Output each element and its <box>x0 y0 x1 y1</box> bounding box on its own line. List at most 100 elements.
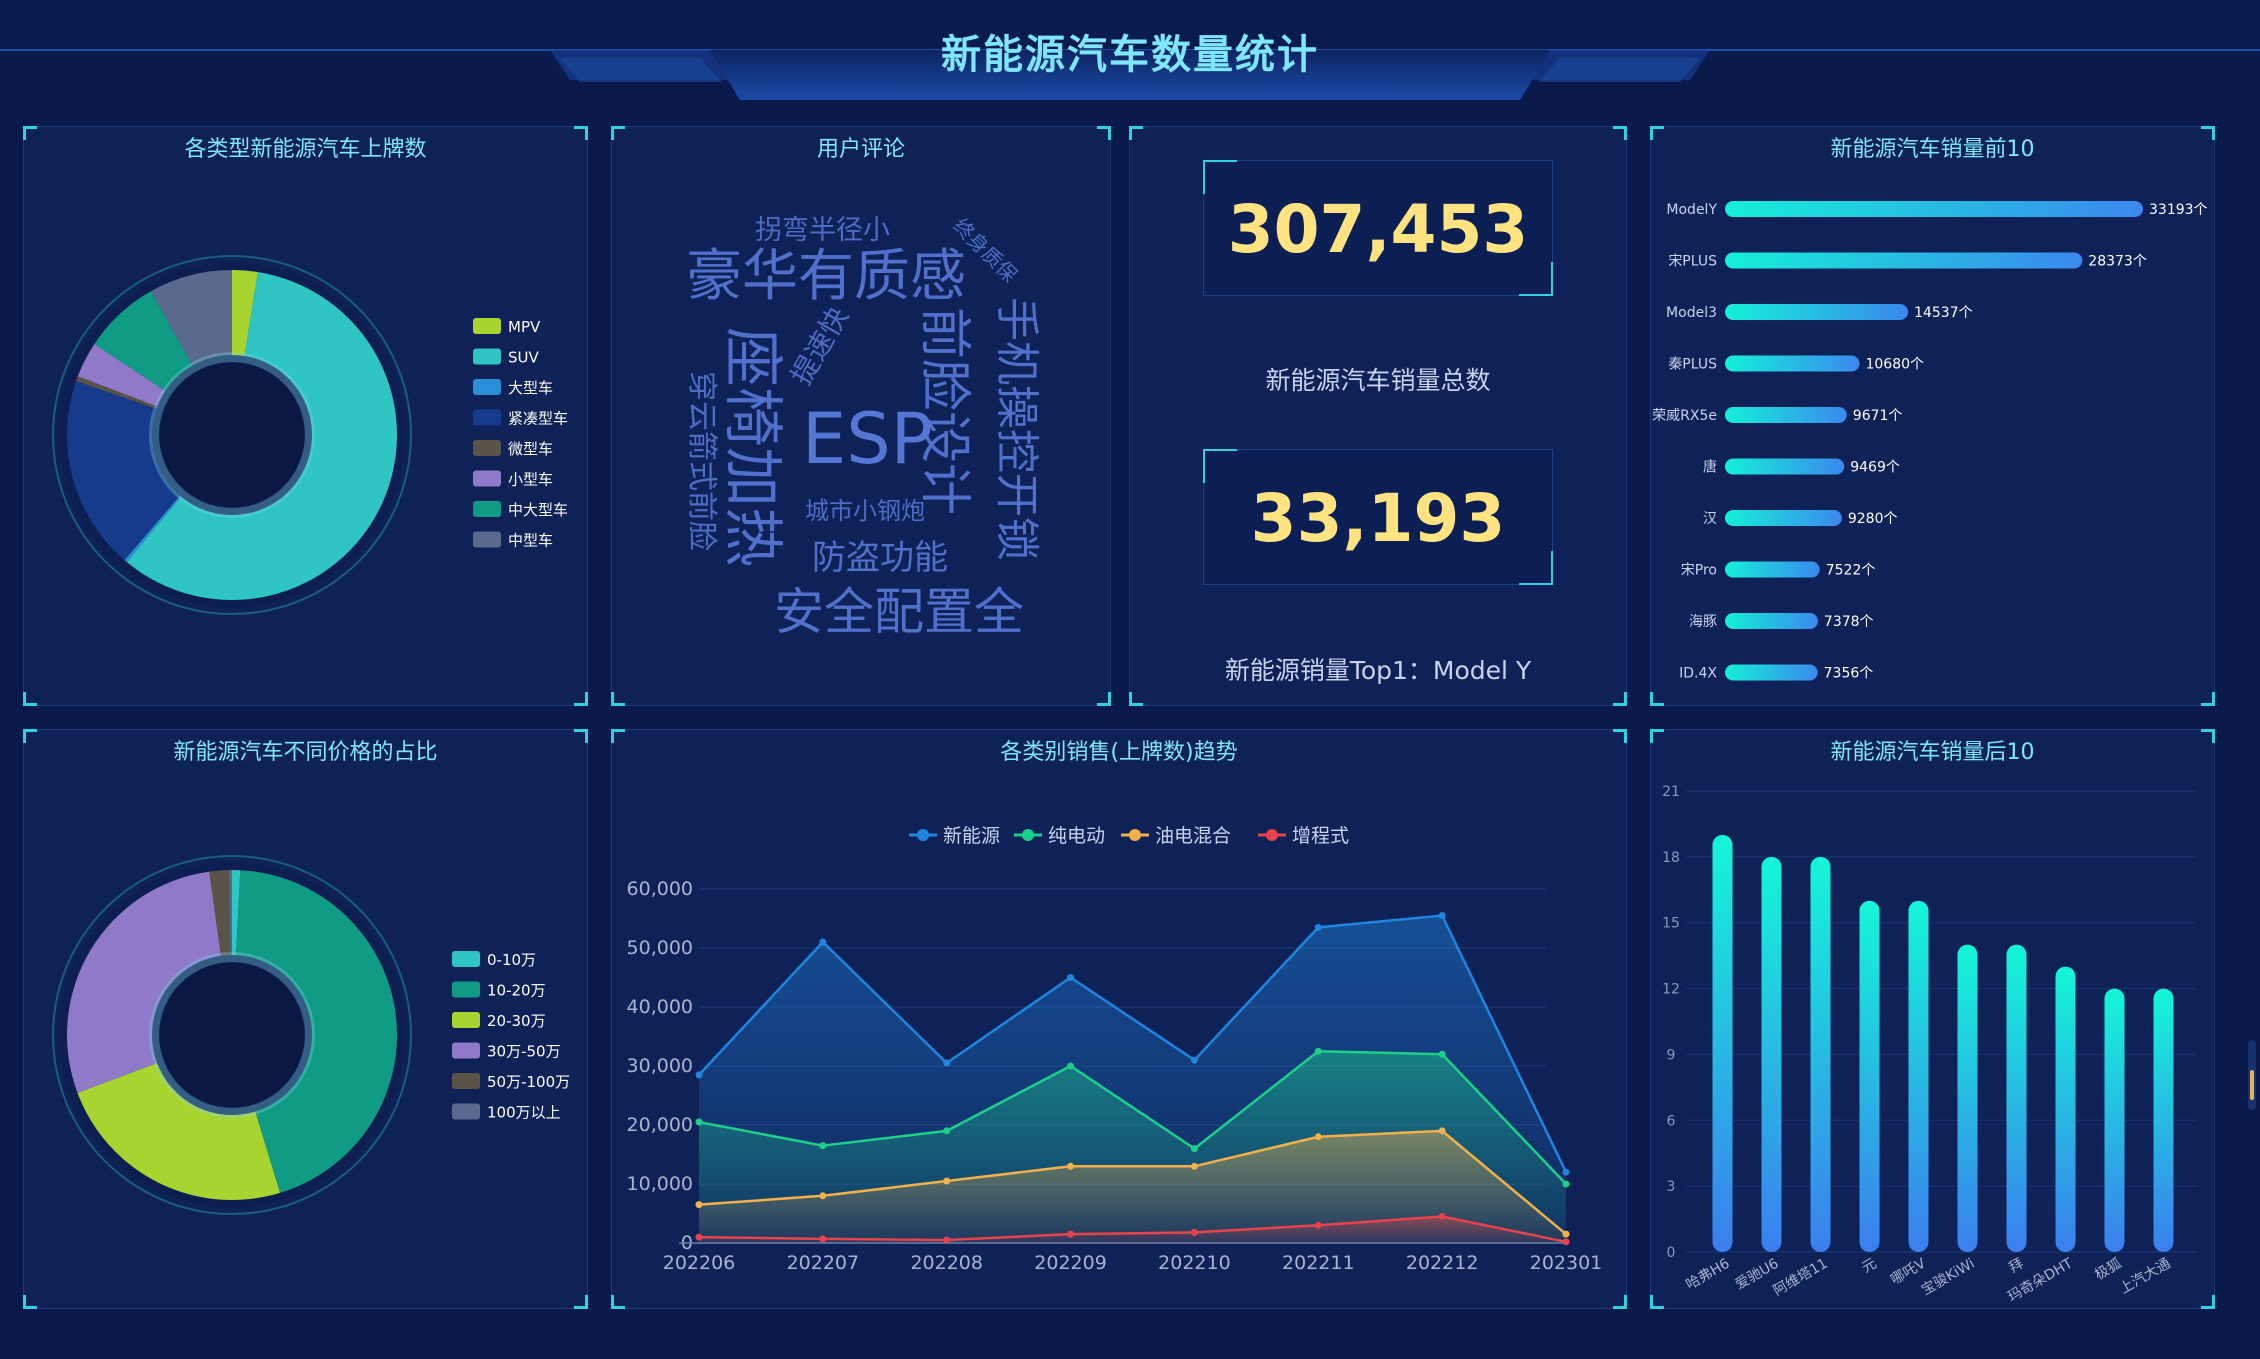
legend-label[interactable]: 大型车 <box>508 379 553 397</box>
legend-marker[interactable] <box>1266 829 1278 841</box>
x-tick-label: 202206 <box>663 1252 736 1274</box>
data-point[interactable] <box>1438 1127 1446 1135</box>
x-tick-label: 极狐 <box>2092 1256 2124 1284</box>
legend-swatch[interactable] <box>452 1103 480 1120</box>
legend-swatch[interactable] <box>452 1012 480 1028</box>
bar[interactable] <box>1725 201 2143 217</box>
legend-label[interactable]: 油电混合 <box>1155 825 1231 847</box>
data-point[interactable] <box>1438 912 1446 920</box>
legend-swatch[interactable] <box>473 348 501 365</box>
bar[interactable] <box>1725 664 1818 681</box>
legend-swatch[interactable] <box>473 501 501 517</box>
word: 城市小钢炮 <box>805 497 925 525</box>
legend-swatch[interactable] <box>473 409 501 426</box>
scroll-thumb[interactable] <box>2250 1070 2254 1100</box>
bar[interactable] <box>1908 900 1929 1252</box>
legend-swatch[interactable] <box>452 1073 480 1089</box>
data-point[interactable] <box>1562 1168 1570 1176</box>
legend-label[interactable]: 100万以上 <box>487 1104 561 1122</box>
bar[interactable] <box>1810 856 1831 1252</box>
legend-label[interactable]: 紧凑型车 <box>508 410 568 428</box>
data-point[interactable] <box>1314 1221 1322 1229</box>
bar[interactable] <box>1957 944 1978 1252</box>
data-point[interactable] <box>1067 1062 1075 1070</box>
legend-label[interactable]: 50万-100万 <box>487 1073 570 1091</box>
legend-label[interactable]: SUV <box>508 349 540 367</box>
data-point[interactable] <box>695 1118 703 1126</box>
data-point[interactable] <box>695 1201 703 1209</box>
data-point[interactable] <box>1190 1228 1198 1236</box>
legend-swatch[interactable] <box>452 1042 480 1059</box>
legend-label[interactable]: 10-20万 <box>487 982 546 1000</box>
data-point[interactable] <box>1438 1050 1446 1058</box>
data-point[interactable] <box>695 1071 703 1079</box>
scroll-handle[interactable] <box>2248 1040 2256 1110</box>
bar[interactable] <box>1712 834 1733 1252</box>
legend-swatch[interactable] <box>473 440 501 456</box>
bar[interactable] <box>2006 944 2027 1252</box>
bar[interactable] <box>1725 252 2083 269</box>
legend-label[interactable]: 中型车 <box>508 532 553 550</box>
legend-label[interactable]: MPV <box>508 318 541 336</box>
bar-value-label: 7378个 <box>1824 614 1874 630</box>
data-point[interactable] <box>1562 1230 1570 1238</box>
data-point[interactable] <box>819 1235 827 1243</box>
bar[interactable] <box>1725 304 1909 320</box>
bar[interactable] <box>1761 856 1782 1252</box>
data-point[interactable] <box>1067 1162 1075 1170</box>
bar[interactable] <box>1859 900 1880 1252</box>
page-header: 新能源汽车数量统计 <box>0 0 2260 110</box>
legend-swatch[interactable] <box>473 470 501 487</box>
data-point[interactable] <box>1562 1238 1570 1246</box>
data-point[interactable] <box>695 1233 703 1241</box>
bar[interactable] <box>1725 613 1818 629</box>
bar[interactable] <box>1725 458 1845 475</box>
data-point[interactable] <box>819 1192 827 1200</box>
legend-swatch[interactable] <box>473 379 501 395</box>
bar[interactable] <box>1725 510 1842 526</box>
total-sales-value: 307,453 <box>1227 191 1529 268</box>
legend-label[interactable]: 小型车 <box>508 471 553 489</box>
legend-label[interactable]: 30万-50万 <box>487 1043 561 1061</box>
data-point[interactable] <box>1562 1180 1570 1188</box>
data-point[interactable] <box>943 1236 951 1244</box>
legend-label[interactable]: 0-10万 <box>487 951 536 969</box>
data-point[interactable] <box>1314 923 1322 931</box>
legend-label[interactable]: 新能源 <box>943 825 1000 847</box>
legend-marker[interactable] <box>917 829 929 841</box>
data-point[interactable] <box>1438 1212 1446 1220</box>
legend-swatch[interactable] <box>473 318 501 334</box>
bar[interactable] <box>2104 988 2125 1252</box>
legend-label[interactable]: 微型车 <box>508 440 553 458</box>
data-point[interactable] <box>943 1127 951 1135</box>
legend-label[interactable]: 纯电动 <box>1048 825 1105 847</box>
legend-swatch[interactable] <box>452 981 480 998</box>
data-point[interactable] <box>1190 1145 1198 1153</box>
legend-marker[interactable] <box>1129 829 1141 841</box>
legend-label[interactable]: 20-30万 <box>487 1012 546 1030</box>
data-point[interactable] <box>1314 1133 1322 1141</box>
data-point[interactable] <box>1190 1162 1198 1170</box>
data-point[interactable] <box>1190 1056 1198 1064</box>
data-point[interactable] <box>1067 974 1075 981</box>
legend-label[interactable]: 中大型车 <box>508 501 568 519</box>
bar[interactable] <box>2153 988 2174 1252</box>
bar[interactable] <box>1725 407 1847 423</box>
data-point[interactable] <box>1067 1230 1075 1238</box>
data-point[interactable] <box>819 1142 827 1150</box>
bar-value-label: 9469个 <box>1850 460 1900 476</box>
data-point[interactable] <box>1314 1047 1322 1055</box>
bar[interactable] <box>1725 355 1860 372</box>
legend-swatch[interactable] <box>452 951 480 967</box>
word: 安全配置全 <box>774 583 1024 641</box>
bar[interactable] <box>1725 561 1820 578</box>
legend-marker[interactable] <box>1022 829 1034 841</box>
data-point[interactable] <box>943 1059 951 1067</box>
word: 防盗功能 <box>812 538 948 578</box>
legend-swatch[interactable] <box>473 531 501 548</box>
bar-category-label: 汉 <box>1703 511 1717 527</box>
legend-label[interactable]: 增程式 <box>1292 825 1349 847</box>
bar[interactable] <box>2055 966 2076 1252</box>
data-point[interactable] <box>943 1177 951 1185</box>
data-point[interactable] <box>819 938 827 946</box>
